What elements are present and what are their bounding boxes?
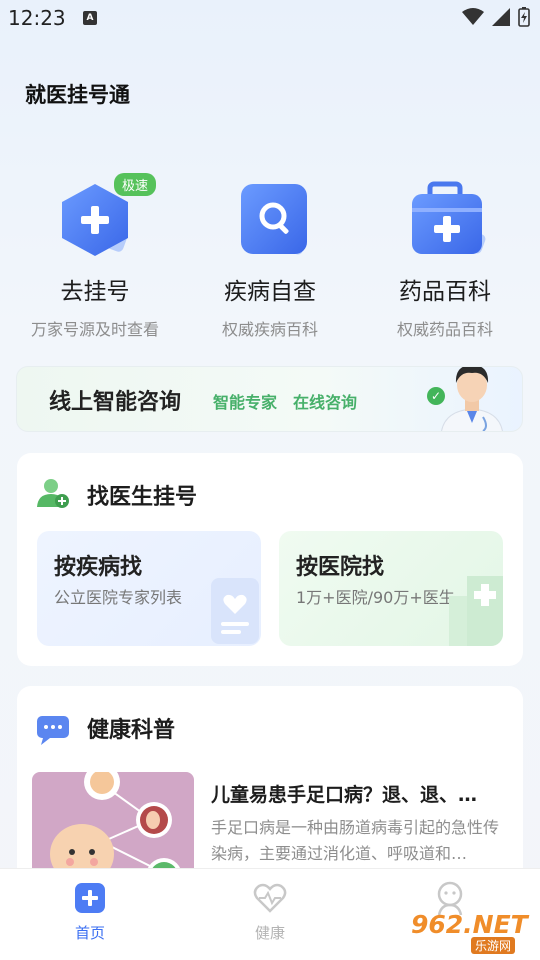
heart-pulse-icon	[253, 883, 287, 913]
status-icons	[462, 7, 530, 27]
chat-bubble-icon	[37, 716, 69, 745]
consult-tag-online: 在线咨询	[293, 393, 358, 412]
medicine-kit-icon	[400, 178, 490, 268]
service-title: 药品百科	[399, 279, 491, 305]
nav-label: 首页	[74, 924, 105, 942]
nav-health[interactable]: 健康	[180, 869, 360, 960]
watermark-logo: 962.NET 乐游网	[403, 910, 533, 954]
search-icon	[225, 178, 315, 268]
signal-icon	[492, 8, 510, 26]
battery-icon	[518, 7, 530, 27]
watermark-text: 962.NET	[411, 910, 528, 939]
find-doctor-title: 找医生挂号	[87, 485, 198, 510]
find-by-hospital-title: 按医院找	[296, 555, 385, 580]
nav-label: 健康	[254, 924, 285, 942]
heart-document-icon	[211, 578, 259, 644]
find-by-hospital-desc: 1万+医院/90万+医生	[296, 588, 455, 607]
service-drug-encyclopedia[interactable]: 药品百科 权威药品百科	[360, 170, 530, 340]
services-row: 极速 去挂号 万家号源及时查看 疾病自查 权威疾病百科 药品百科 权威药品百科	[0, 170, 540, 340]
find-doctor-card: 找医生挂号 按疾病找 公立医院专家列表 按医院找 1万+医院/90万+医生	[17, 453, 523, 666]
service-subtitle: 权威疾病百科	[221, 320, 318, 339]
wifi-icon	[462, 8, 484, 25]
status-time: 12:23	[8, 6, 66, 30]
service-title: 疾病自查	[224, 279, 316, 305]
status-bar: 12:23 A	[0, 0, 540, 36]
health-education-card: 健康科普 儿童易患手足口病？退、退、… 手足口病是一种由肠道病毒引起的急性传染病…	[17, 686, 523, 896]
notification-icon: A	[83, 11, 97, 25]
nav-home[interactable]: 首页	[0, 869, 180, 960]
service-subtitle: 万家号源及时查看	[30, 320, 159, 339]
article-desc: 手足口病是一种由肠道病毒引起的急性传染病，主要通过消化道、呼吸道和…	[211, 818, 500, 863]
consult-tag-expert: 智能专家	[213, 393, 278, 412]
find-by-disease-title: 按疾病找	[54, 555, 143, 580]
home-plus-icon	[75, 883, 105, 913]
watermark-subtext: 乐游网	[471, 937, 516, 954]
find-by-hospital-button[interactable]: 按医院找 1万+医院/90万+医生	[279, 531, 503, 646]
app-title: 就医挂号通	[25, 83, 130, 107]
article-title[interactable]: 儿童易患手足口病？退、退、…	[211, 780, 511, 807]
doctor-plus-icon	[37, 479, 69, 508]
consult-title: 线上智能咨询	[49, 390, 182, 415]
service-title: 去挂号	[60, 279, 130, 305]
find-by-disease-button[interactable]: 按疾病找 公立医院专家列表	[37, 531, 261, 646]
service-register[interactable]: 极速 去挂号 万家号源及时查看	[10, 170, 180, 340]
doctor-avatar-icon	[441, 367, 503, 431]
service-subtitle: 权威药品百科	[396, 320, 493, 339]
service-disease-check[interactable]: 疾病自查 权威疾病百科	[185, 170, 355, 340]
online-consult-banner[interactable]: 线上智能咨询 智能专家 在线咨询 ✓	[16, 366, 523, 432]
speed-badge: 极速	[114, 173, 157, 196]
find-by-disease-desc: 公立医院专家列表	[54, 588, 183, 607]
hospital-building-icon	[449, 576, 503, 646]
health-education-title: 健康科普	[87, 718, 176, 743]
